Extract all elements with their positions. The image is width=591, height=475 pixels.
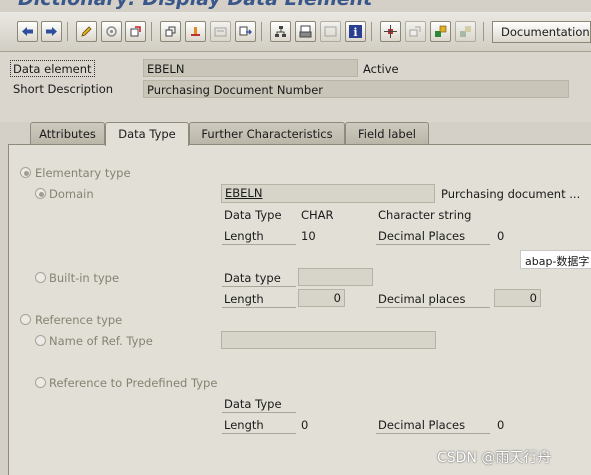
activate-icon[interactable] [125,21,146,42]
edit-pencil-icon[interactable] [76,21,97,42]
status-text: Active [363,62,399,76]
hierarchy-icon[interactable] [270,21,291,42]
tab-data-type[interactable]: Data Type [105,122,189,146]
info-icon[interactable]: i [345,21,366,42]
builtin-length-label: Length [222,292,296,308]
documentation-button[interactable]: Documentation [492,21,591,43]
decimal-places-value: 0 [497,229,505,243]
domain-description: Purchasing document ... [441,187,581,201]
tab-field-label[interactable]: Field label [345,122,429,145]
forward-icon[interactable] [41,21,62,42]
data-element-field[interactable]: EBELN [143,59,358,77]
short-description-label: Short Description [13,82,114,96]
frame-icon[interactable] [320,21,341,42]
name-of-ref-type-field[interactable] [221,331,436,349]
print-icon[interactable] [295,21,316,42]
navigation-window-icon[interactable] [210,21,231,42]
ref-decimal-value: 0 [497,418,505,432]
reference-type-radio[interactable] [20,314,31,325]
watermark: CSDN @雨天行舟 [437,450,552,466]
domain-field[interactable]: EBELN [221,184,435,203]
application-toolbar: i Documentation [0,12,591,52]
ref-predefined-type-radio[interactable] [35,377,46,388]
builtin-decimal-label: Decimal places [376,292,490,308]
builtin-data-type-label: Data type [222,271,296,287]
builtin-type-label: Built-in type [49,271,120,285]
move-icon[interactable] [235,21,256,42]
length-label: Length [222,229,296,245]
data-type-label: Data Type [224,208,282,222]
transport-icon[interactable] [405,21,426,42]
ref-data-type-label: Data Type [222,397,296,413]
reference-type-label: Reference type [35,313,123,327]
decimal-places-label: Decimal Places [376,229,490,245]
where-used-icon[interactable] [160,21,181,42]
name-of-ref-type-label: Name of Ref. Type [49,334,153,348]
ref-length-label: Length [222,418,296,434]
tab-further-characteristics[interactable]: Further Characteristics [189,122,345,145]
tree-expand-icon[interactable] [380,21,401,42]
elementary-type-label: Elementary type [35,166,131,180]
object-list-icon[interactable] [185,21,206,42]
domain-radio[interactable] [35,188,46,199]
builtin-length-field[interactable]: 0 [298,289,345,307]
name-of-ref-type-radio[interactable] [35,335,46,346]
domain-label: Domain [49,187,94,201]
append-icon[interactable] [430,21,451,42]
length-value: 10 [301,229,316,243]
ref-decimal-label: Decimal Places [376,418,490,434]
back-icon[interactable] [17,21,38,42]
data-element-label: Data element [10,60,95,77]
short-description-field[interactable]: Purchasing Document Number [143,80,569,98]
data-type-value: CHAR [301,208,334,222]
data-type-description: Character string [378,208,472,222]
tooltip-popup: abap-数据字 [520,250,591,269]
builtin-decimal-field[interactable]: 0 [494,289,541,307]
window-title: Dictionary: Display Data Element [18,0,372,12]
tab-attributes[interactable]: Attributes [30,122,105,145]
ref-length-value: 0 [301,418,309,432]
svg-text:i: i [353,26,357,38]
builtin-data-type-field[interactable] [298,268,373,286]
ref-predefined-type-label: Reference to Predefined Type [49,376,218,390]
builtin-type-radio[interactable] [35,272,46,283]
display-change-icon[interactable] [101,21,122,42]
cancel-append-icon[interactable] [455,21,476,42]
elementary-type-radio[interactable] [20,167,31,178]
